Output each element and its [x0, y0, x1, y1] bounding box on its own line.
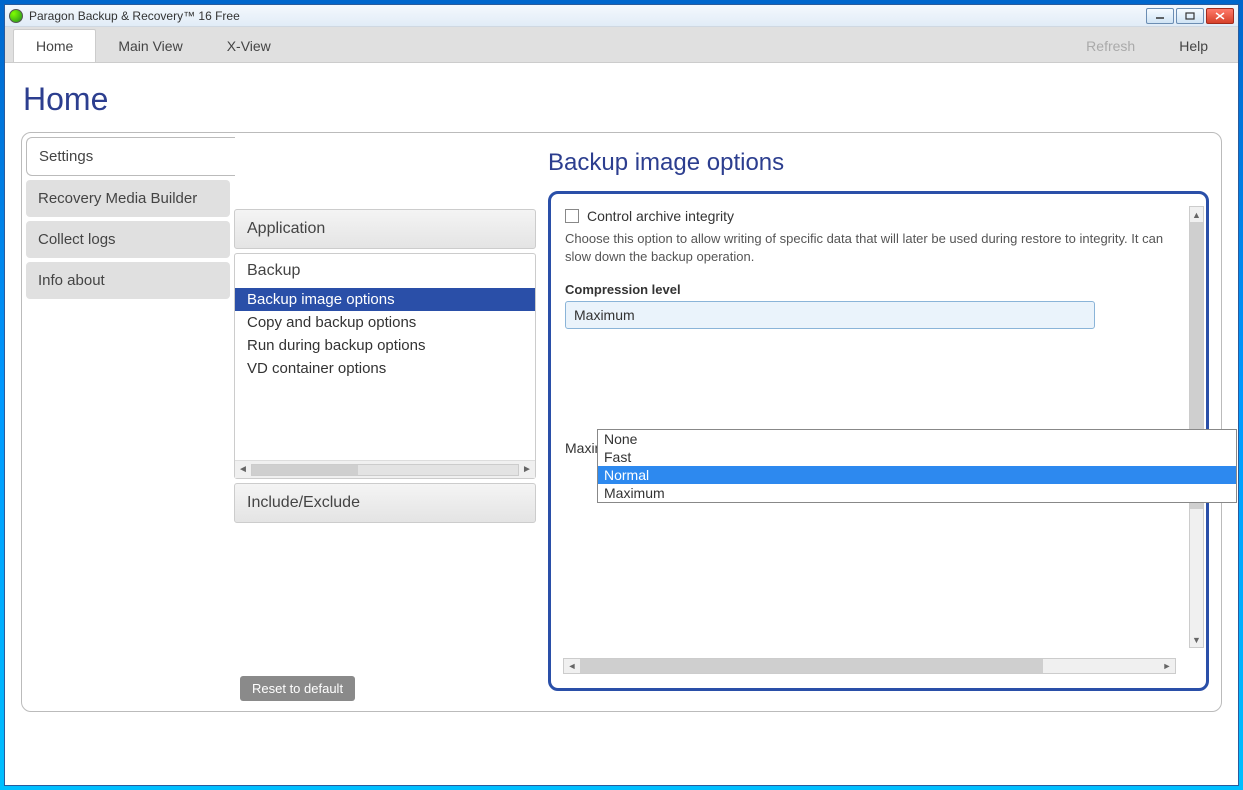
compression-level-label: Compression level [565, 282, 1192, 297]
scroll-down-icon[interactable]: ▼ [1190, 632, 1203, 647]
titlebar: Paragon Backup & Recovery™ 16 Free [5, 5, 1238, 27]
section-include-exclude[interactable]: Include/Exclude [234, 483, 536, 523]
scroll-right-icon[interactable]: ► [519, 464, 535, 475]
close-icon [1215, 12, 1225, 20]
detail-title: Backup image options [548, 149, 1209, 177]
page-title: Home [23, 81, 1222, 118]
tab-help[interactable]: Help [1157, 30, 1230, 62]
backup-sublist: Backup image options Copy and backup opt… [235, 288, 535, 380]
sidebar-item-recovery-media[interactable]: Recovery Media Builder [26, 180, 230, 217]
app-window: Paragon Backup & Recovery™ 16 Free Home … [4, 4, 1239, 786]
compression-option-fast[interactable]: Fast [598, 448, 1236, 466]
tab-refresh[interactable]: Refresh [1064, 30, 1157, 62]
scroll-up-icon[interactable]: ▲ [1190, 207, 1203, 222]
sublist-run-during-backup[interactable]: Run during backup options [235, 334, 535, 357]
close-button[interactable] [1206, 8, 1234, 24]
tab-x-view[interactable]: X-View [205, 30, 293, 62]
minimize-icon [1155, 12, 1165, 20]
integrity-description: Choose this option to allow writing of s… [565, 230, 1192, 266]
sublist-hscrollbar[interactable]: ◄ ► [235, 460, 535, 478]
detail-column: Backup image options Control archive int… [536, 133, 1221, 711]
sublist-backup-image-options[interactable]: Backup image options [235, 288, 535, 311]
sidebar-item-info-about[interactable]: Info about [26, 262, 230, 299]
compression-option-normal[interactable]: Normal [598, 466, 1236, 484]
detail-hscrollbar[interactable]: ◄ ► [563, 658, 1176, 674]
detail-scroll-right-icon[interactable]: ► [1159, 661, 1175, 671]
detail-vscrollbar[interactable]: ▲ ▼ [1189, 206, 1204, 648]
app-title: Paragon Backup & Recovery™ 16 Free [29, 9, 1146, 23]
settings-sections: Application Backup Backup image options … [234, 133, 536, 711]
minimize-button[interactable] [1146, 8, 1174, 24]
compression-level-dropdown[interactable]: None Fast Normal Maximum [597, 429, 1237, 503]
section-application[interactable]: Application [234, 209, 536, 249]
section-backup-header[interactable]: Backup [235, 254, 535, 288]
tab-main-view[interactable]: Main View [96, 30, 204, 62]
scroll-left-icon[interactable]: ◄ [235, 464, 251, 475]
split-partial-text [565, 411, 1192, 426]
tab-home[interactable]: Home [13, 29, 96, 62]
settings-frame: Settings Recovery Media Builder Collect … [21, 132, 1222, 712]
compression-option-none[interactable]: None [598, 430, 1236, 448]
compression-level-select[interactable]: Maximum [565, 301, 1095, 329]
sidebar-item-collect-logs[interactable]: Collect logs [26, 221, 230, 258]
control-integrity-checkbox[interactable] [565, 209, 579, 223]
detail-scroll-left-icon[interactable]: ◄ [564, 661, 580, 671]
maximize-icon [1185, 12, 1195, 20]
section-backup: Backup Backup image options Copy and bac… [234, 253, 536, 479]
sublist-copy-backup-options[interactable]: Copy and backup options [235, 311, 535, 334]
app-icon [9, 9, 23, 23]
window-controls [1146, 8, 1234, 24]
sidebar-item-settings[interactable]: Settings [26, 137, 235, 176]
tabbar: Home Main View X-View Refresh Help [5, 27, 1238, 63]
reset-to-default-button[interactable]: Reset to default [240, 676, 355, 701]
control-integrity-label: Control archive integrity [587, 208, 734, 224]
sidebar: Settings Recovery Media Builder Collect … [22, 133, 234, 711]
sublist-vd-container-options[interactable]: VD container options [235, 357, 535, 380]
compression-option-maximum[interactable]: Maximum [598, 484, 1236, 502]
content: Home Settings Recovery Media Builder Col… [5, 63, 1238, 785]
maximize-button[interactable] [1176, 8, 1204, 24]
